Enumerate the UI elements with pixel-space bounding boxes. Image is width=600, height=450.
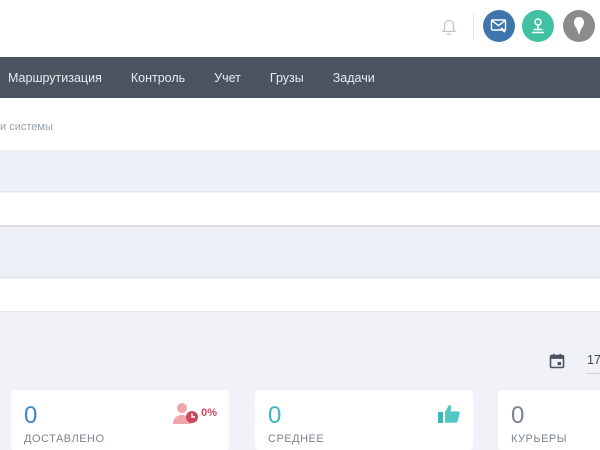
stat-badge: 0% — [173, 402, 217, 424]
stat-label: ДОСТАВЛЕНО — [24, 433, 105, 445]
nav-item-tasks[interactable]: Задачи — [325, 71, 375, 85]
user-icon — [532, 18, 544, 34]
nav-item-routing[interactable]: Маршрутизация — [0, 71, 102, 85]
content-row — [0, 150, 600, 192]
calendar-icon[interactable] — [549, 353, 565, 369]
content-row — [0, 229, 600, 278]
avatar-button[interactable] — [563, 10, 595, 42]
stat-badge-percent: 0% — [201, 407, 217, 419]
breadcrumb: и системы — [0, 121, 53, 133]
top-header — [0, 0, 600, 57]
account-button[interactable] — [522, 10, 554, 42]
nav-item-cargo[interactable]: Грузы — [262, 71, 304, 85]
content-row — [0, 279, 600, 312]
nav-item-control[interactable]: Контроль — [123, 71, 185, 85]
stat-card-average: 0 СРЕДНЕЕ — [255, 390, 473, 450]
bell-icon[interactable] — [440, 18, 458, 38]
stat-label: СРЕДНЕЕ — [268, 433, 325, 445]
stat-value: 0 — [268, 402, 282, 429]
mail-icon — [490, 19, 507, 33]
messages-button[interactable] — [483, 10, 515, 42]
stat-value: 0 — [511, 402, 525, 429]
stat-card-couriers: 0 КУРЬЕРЫ — [498, 390, 600, 450]
main-nav: Маршрутизация Контроль Учет Грузы Задачи — [0, 57, 600, 98]
nav-item-accounting[interactable]: Учет — [206, 71, 241, 85]
avatar-icon — [574, 17, 584, 35]
breadcrumb-area: и системы — [0, 98, 600, 150]
header-divider — [473, 14, 474, 40]
stat-value: 0 — [24, 402, 38, 429]
date-input[interactable]: 17 — [587, 353, 600, 367]
thumbs-up-icon — [438, 405, 460, 423]
courier-clock-icon — [173, 403, 199, 424]
stat-label: КУРЬЕРЫ — [511, 433, 567, 445]
stat-card-delivered: 0 0% ДОСТАВЛЕНО — [11, 390, 229, 450]
date-input-underline — [586, 373, 600, 374]
content-row — [0, 193, 600, 227]
